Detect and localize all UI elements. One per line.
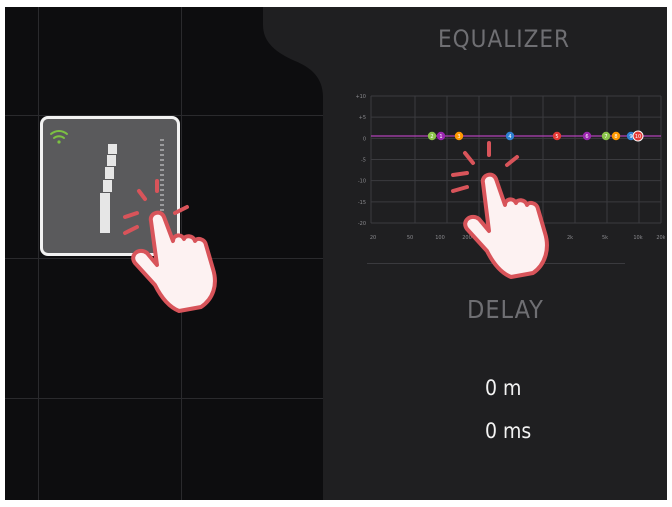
delay-milliseconds-value[interactable]: 0 ms	[485, 419, 531, 443]
eq-x-tick-label: 20	[370, 235, 376, 241]
eq-y-tick-label: +5	[359, 115, 366, 121]
eq-x-tick-label: 20k	[656, 235, 665, 241]
eq-y-tick-label: +10	[355, 94, 366, 100]
eq-y-tick-label: -15	[358, 200, 366, 206]
delay-meters-value[interactable]: 0 m	[485, 376, 521, 400]
eq-band-label: 8	[614, 134, 617, 140]
eq-x-tick-label: 5k	[602, 235, 608, 241]
eq-x-tick-label: 100	[435, 235, 445, 241]
eq-band-label: 9	[629, 134, 632, 140]
eq-band-1-handle[interactable]: 1	[436, 131, 446, 141]
tap-gesture-hand-icon	[123, 179, 217, 313]
eq-y-tick-label: 0	[363, 136, 366, 142]
eq-band-6-handle[interactable]: 6	[582, 131, 592, 141]
eq-y-axis-labels: +10 +5 0 -5 -10 -15 -20	[355, 94, 366, 227]
eq-band-label: 7	[604, 134, 607, 140]
eq-y-tick-label: -10	[358, 179, 366, 185]
eq-x-tick-label: 10k	[633, 235, 642, 241]
eq-band-label: 6	[585, 134, 588, 140]
eq-x-tick-label: 50	[407, 235, 413, 241]
wifi-icon	[50, 130, 68, 144]
line-array-speaker-icon	[100, 144, 117, 233]
equalizer-title: EQUALIZER	[438, 25, 571, 53]
eq-band-label: 10	[635, 134, 641, 140]
tap-gesture-hand-icon	[451, 141, 549, 279]
delay-title: DELAY	[467, 295, 544, 324]
eq-band-2-handle[interactable]: 2	[427, 131, 437, 141]
eq-band-label: 2	[430, 134, 433, 140]
eq-band-7-handle[interactable]: 7	[601, 131, 611, 141]
eq-band-label: 1	[439, 134, 442, 140]
app-frame: EQUALIZER +10+50-5-10-15-20 205010020050…	[5, 7, 667, 500]
eq-band-10-handle[interactable]: 10	[632, 130, 644, 142]
eq-band-8-handle[interactable]: 8	[611, 131, 621, 141]
eq-y-tick-label: -20	[358, 221, 366, 227]
eq-y-tick-label: -5	[361, 158, 366, 164]
